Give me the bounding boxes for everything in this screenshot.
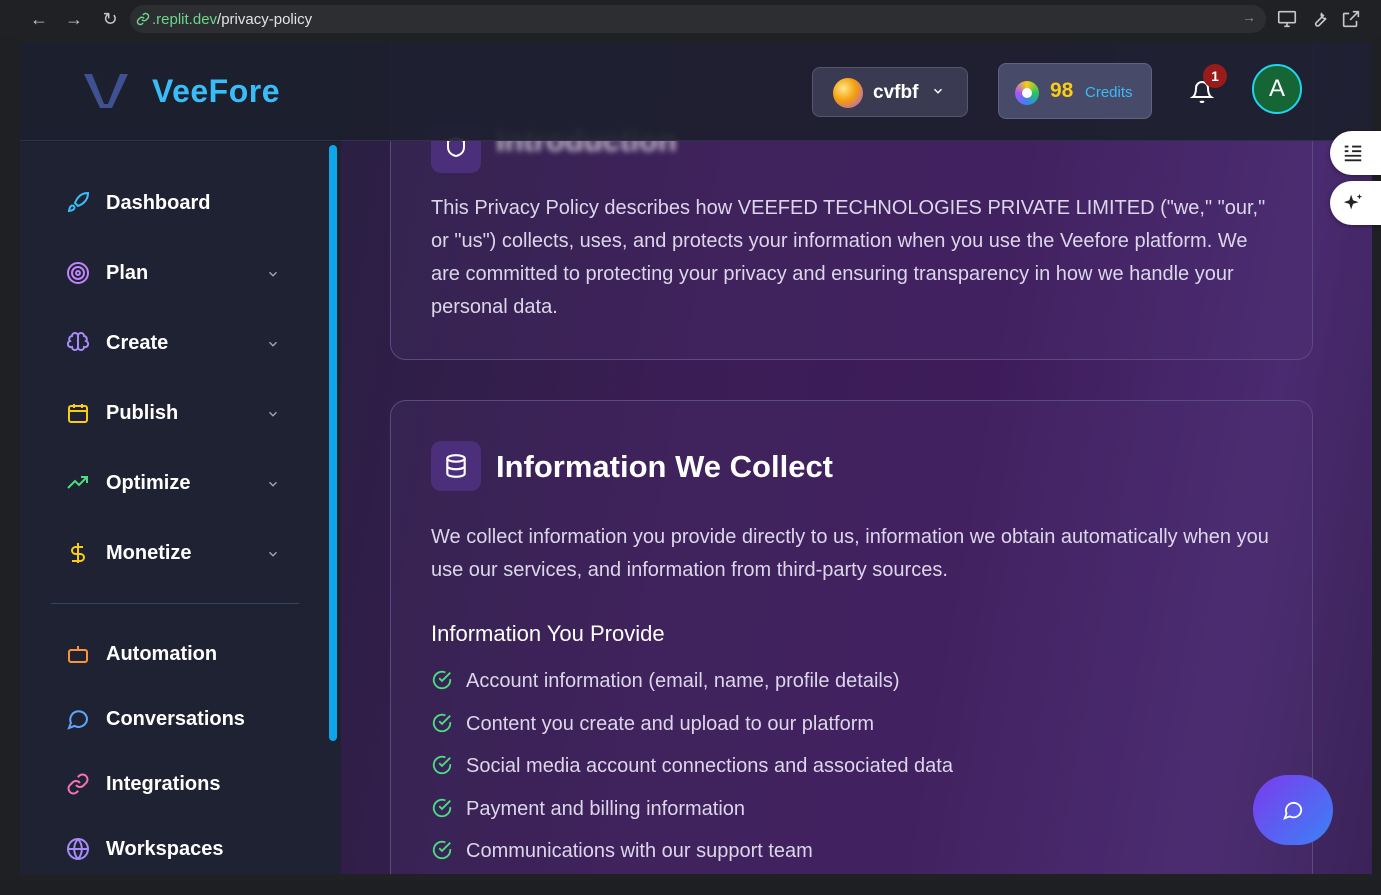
check-circle-icon xyxy=(432,713,452,733)
workspace-selector[interactable]: cvfbf xyxy=(812,67,968,117)
app-header: VeeFore cvfbf 98 Credits 1 A xyxy=(20,42,1372,141)
url-text: .replit.dev/privacy-policy xyxy=(152,11,312,28)
check-circle-icon xyxy=(432,798,452,818)
target-icon xyxy=(67,262,89,284)
monitor-icon[interactable] xyxy=(1276,8,1298,30)
browser-toolbar: ← → ↻ .replit.dev/privacy-policy → xyxy=(0,0,1381,38)
quote-list-icon xyxy=(1344,145,1362,162)
sidebar-item-dashboard[interactable]: Dashboard xyxy=(66,188,286,218)
list-item-text: Payment and billing information xyxy=(466,798,746,820)
back-icon[interactable]: ← xyxy=(28,8,50,30)
credits-button[interactable]: 98 Credits xyxy=(998,63,1152,119)
sidebar-item-label: Publish xyxy=(106,402,179,424)
brain-icon xyxy=(66,332,90,351)
sidebar-item-integrations[interactable]: Integrations xyxy=(66,769,286,799)
collect-card: Information We Collect We collect inform… xyxy=(390,400,1313,874)
intro-text: This Privacy Policy describes how VEEFED… xyxy=(431,197,1266,318)
message-circle-icon xyxy=(67,710,89,730)
ai-extension-button[interactable] xyxy=(1330,181,1381,225)
list-item: Account information (email, name, profil… xyxy=(431,667,1281,697)
provide-subtitle: Information You Provide xyxy=(431,621,665,646)
credits-value: 98 xyxy=(1050,79,1074,102)
sidebar-item-monetize[interactable]: Monetize xyxy=(66,538,286,568)
list-item: Social media account connections and ass… xyxy=(431,752,1281,782)
sidebar-item-label: Plan xyxy=(106,262,149,284)
left-frame xyxy=(0,38,20,880)
forward-icon[interactable]: → xyxy=(63,8,85,30)
collect-text: We collect information you provide direc… xyxy=(431,526,1269,581)
sidebar: Dashboard Plan Create Publish Optimize M… xyxy=(20,142,341,874)
open-new-tab-icon[interactable] xyxy=(1340,8,1362,30)
sidebar-item-publish[interactable]: Publish xyxy=(66,398,286,428)
list-item-text: Content you create and upload to our pla… xyxy=(466,713,875,735)
database-icon xyxy=(446,454,466,478)
url-host: .replit.dev xyxy=(152,11,218,28)
chat-fab-button[interactable] xyxy=(1253,775,1333,845)
app-window: Introduction This Privacy Policy describ… xyxy=(20,42,1372,874)
list-item-text: Social media account connections and ass… xyxy=(466,755,953,777)
sidebar-item-label: Workspaces xyxy=(106,838,224,860)
credits-coin-icon xyxy=(1015,81,1039,105)
main-content: Introduction This Privacy Policy describ… xyxy=(341,42,1372,874)
check-circle-icon xyxy=(432,840,452,860)
workspace-avatar xyxy=(833,78,863,108)
taskbar xyxy=(0,880,1381,895)
address-bar[interactable]: .replit.dev/privacy-policy → xyxy=(130,5,1266,33)
globe-icon xyxy=(67,838,89,860)
link-icon xyxy=(67,773,89,795)
reload-icon[interactable]: ↻ xyxy=(99,8,121,30)
chevron-down-icon[interactable] xyxy=(266,267,280,281)
list-item-text: Account information (email, name, profil… xyxy=(466,670,900,692)
sidebar-item-label: Monetize xyxy=(106,542,192,564)
chevron-down-icon[interactable] xyxy=(266,547,280,561)
collect-title: Information We Collect xyxy=(496,449,834,484)
user-avatar[interactable]: A xyxy=(1252,64,1302,114)
sidebar-scrollbar[interactable] xyxy=(329,145,337,741)
sidebar-item-label: Create xyxy=(106,332,169,354)
sidebar-item-label: Automation xyxy=(106,643,218,665)
wrench-icon[interactable] xyxy=(1308,8,1330,30)
check-circle-icon xyxy=(432,755,452,775)
notification-badge: 1 xyxy=(1203,64,1227,88)
go-arrow-icon[interactable]: → xyxy=(1242,9,1256,25)
sidebar-item-optimize[interactable]: Optimize xyxy=(66,468,286,498)
rocket-icon xyxy=(67,191,90,213)
reader-extension-button[interactable] xyxy=(1330,131,1381,175)
chevron-down-icon[interactable] xyxy=(266,337,280,351)
list-item: Communications with our support team xyxy=(431,837,1281,867)
sparkles-icon xyxy=(1343,193,1363,210)
sidebar-item-plan[interactable]: Plan xyxy=(66,258,286,288)
chevron-down-icon[interactable] xyxy=(266,407,280,421)
sidebar-item-label: Conversations xyxy=(106,708,245,730)
collect-icon-box xyxy=(431,441,481,491)
calendar-icon xyxy=(68,404,88,423)
workspace-name: cvfbf xyxy=(873,82,919,103)
credits-label: Credits xyxy=(1085,84,1133,101)
sidebar-item-conversations[interactable]: Conversations xyxy=(66,704,286,734)
sidebar-item-automation[interactable]: Automation xyxy=(66,639,286,669)
bot-icon xyxy=(68,646,88,663)
chevron-down-icon[interactable] xyxy=(266,477,280,491)
sidebar-item-label: Integrations xyxy=(106,773,221,795)
message-circle-icon xyxy=(1283,801,1303,820)
sidebar-divider xyxy=(51,603,299,604)
chevron-down-icon xyxy=(933,88,943,94)
sidebar-item-label: Dashboard xyxy=(106,192,211,214)
trending-up-icon xyxy=(67,476,88,489)
list-item-text: Communications with our support team xyxy=(466,840,813,862)
list-item: Content you create and upload to our pla… xyxy=(431,710,1281,740)
list-item: Payment and billing information xyxy=(431,795,1281,825)
logo-text: VeeFore xyxy=(152,73,281,109)
veefore-logo-icon xyxy=(84,74,128,108)
check-circle-icon xyxy=(432,670,452,690)
sidebar-item-create[interactable]: Create xyxy=(66,328,286,358)
url-path: /privacy-policy xyxy=(217,11,313,28)
sidebar-item-workspaces[interactable]: Workspaces xyxy=(66,834,286,864)
dollar-icon xyxy=(71,543,85,563)
link-secure-icon xyxy=(136,12,150,26)
sidebar-item-label: Optimize xyxy=(106,472,191,494)
